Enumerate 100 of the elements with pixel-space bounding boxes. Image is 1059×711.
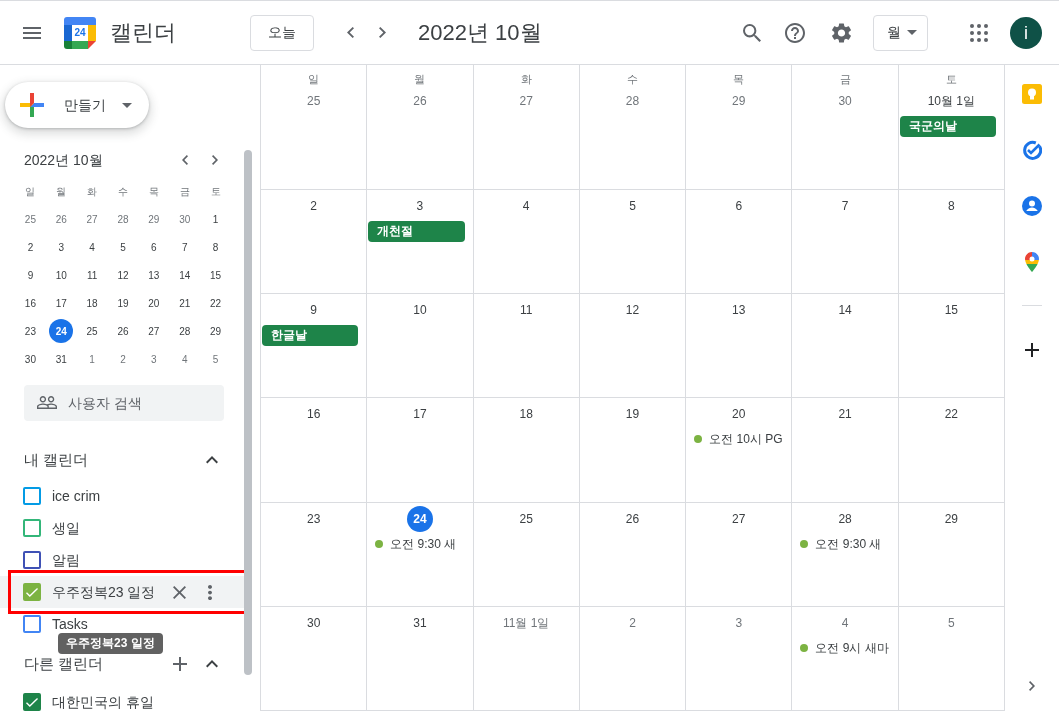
date-number[interactable]: 5 xyxy=(943,610,960,635)
event-chip[interactable]: 개천절 xyxy=(368,221,465,242)
mini-calendar-day[interactable]: 27 xyxy=(141,319,166,343)
mini-calendar-day[interactable]: 13 xyxy=(141,263,166,287)
date-number[interactable]: 26 xyxy=(408,89,432,113)
mini-calendar-day[interactable]: 15 xyxy=(203,263,228,287)
date-number[interactable]: 22 xyxy=(939,402,963,427)
date-number[interactable]: 2 xyxy=(624,610,641,635)
mini-calendar-day[interactable]: 30 xyxy=(18,347,43,371)
date-number[interactable]: 25 xyxy=(301,89,326,113)
mini-calendar-day[interactable]: 5 xyxy=(203,347,228,371)
mini-calendar-day[interactable]: 6 xyxy=(141,235,166,259)
date-number[interactable]: 27 xyxy=(514,89,538,113)
mini-calendar-day[interactable]: 3 xyxy=(141,347,166,371)
event-item[interactable]: 오전 9:30 새 xyxy=(792,533,890,554)
date-number[interactable]: 11월 1일 xyxy=(497,610,555,635)
mini-calendar-day[interactable]: 28 xyxy=(172,319,197,343)
mini-calendar-day[interactable]: 31 xyxy=(49,347,74,371)
date-number[interactable]: 10 xyxy=(408,298,432,323)
mini-calendar-day[interactable]: 1 xyxy=(203,207,228,231)
date-number[interactable]: 12 xyxy=(620,298,645,323)
date-number[interactable]: 13 xyxy=(727,298,751,323)
date-number[interactable]: 9 xyxy=(305,298,322,323)
mini-calendar-day[interactable]: 11 xyxy=(80,263,105,287)
mini-calendar-day[interactable]: 29 xyxy=(141,207,166,231)
date-number[interactable]: 4 xyxy=(836,610,854,635)
checkbox[interactable] xyxy=(23,693,41,711)
date-number[interactable]: 10월 1일 xyxy=(922,89,980,113)
event-item[interactable]: 오전 10시 PG xyxy=(686,429,784,450)
event-item[interactable]: 오전 9:30 새 xyxy=(367,533,465,554)
mini-calendar-day[interactable]: 25 xyxy=(18,207,43,231)
event-item[interactable]: 오전 9시 새마 xyxy=(792,637,890,658)
mini-calendar-day[interactable]: 8 xyxy=(203,235,228,259)
date-number[interactable]: 30 xyxy=(301,610,326,635)
mini-calendar-day[interactable]: 28 xyxy=(111,207,135,231)
mini-calendar-day[interactable]: 5 xyxy=(111,235,135,259)
event-chip[interactable]: 한글날 xyxy=(262,325,359,347)
mini-calendar-day[interactable]: 16 xyxy=(18,291,43,315)
date-number[interactable]: 29 xyxy=(939,506,963,531)
mini-calendar-day[interactable]: 27 xyxy=(80,207,105,231)
date-number[interactable]: 15 xyxy=(939,298,963,323)
date-number[interactable]: 26 xyxy=(620,506,645,531)
mini-calendar-day[interactable]: 2 xyxy=(18,235,43,259)
date-number[interactable]: 17 xyxy=(408,402,432,427)
mini-calendar-day[interactable]: 26 xyxy=(111,319,135,343)
checkbox[interactable] xyxy=(23,519,41,537)
date-number[interactable]: 28 xyxy=(833,506,857,531)
mini-calendar-day[interactable]: 14 xyxy=(172,263,197,287)
mini-calendar-day[interactable]: 22 xyxy=(203,291,228,315)
date-number[interactable]: 4 xyxy=(517,194,535,218)
date-number[interactable]: 7 xyxy=(836,194,854,218)
mini-calendar-day[interactable]: 23 xyxy=(18,319,43,343)
checkbox[interactable] xyxy=(23,583,41,601)
mini-calendar-day[interactable]: 1 xyxy=(80,347,105,371)
date-number[interactable]: 8 xyxy=(943,194,960,218)
date-number[interactable]: 29 xyxy=(727,89,751,113)
view-select[interactable]: 월 xyxy=(873,14,928,51)
mini-calendar-day[interactable]: 2 xyxy=(111,347,135,371)
date-number[interactable]: 16 xyxy=(301,402,326,427)
date-number[interactable]: 3 xyxy=(730,610,748,635)
date-number[interactable]: 2 xyxy=(305,194,322,218)
today-button[interactable]: 오늘 xyxy=(250,14,314,51)
date-number[interactable]: 24 xyxy=(406,505,433,532)
event-chip[interactable]: 국군의날 xyxy=(899,116,996,137)
date-number[interactable]: 11 xyxy=(514,298,538,323)
mini-calendar-day[interactable]: 20 xyxy=(141,291,166,315)
mini-calendar-day[interactable]: 21 xyxy=(172,291,197,315)
checkbox[interactable] xyxy=(23,551,41,569)
mini-calendar-day[interactable]: 24 xyxy=(49,319,74,343)
mini-calendar-day[interactable]: 9 xyxy=(18,263,43,287)
date-number[interactable]: 6 xyxy=(730,194,748,218)
mini-calendar-day[interactable]: 29 xyxy=(203,319,228,343)
date-number[interactable]: 21 xyxy=(833,402,857,427)
mini-calendar-day[interactable]: 4 xyxy=(80,235,105,259)
date-number[interactable]: 28 xyxy=(620,89,645,113)
date-number[interactable]: 14 xyxy=(833,298,857,323)
date-number[interactable]: 20 xyxy=(727,402,751,427)
date-number[interactable]: 23 xyxy=(301,506,326,531)
mini-calendar-day[interactable]: 3 xyxy=(49,235,74,259)
date-number[interactable]: 31 xyxy=(408,610,432,635)
date-number[interactable]: 27 xyxy=(727,506,751,531)
checkbox[interactable] xyxy=(23,615,41,633)
mini-calendar-day[interactable]: 19 xyxy=(111,291,135,315)
scrollbar-thumb[interactable] xyxy=(244,150,252,675)
mini-calendar-day[interactable]: 25 xyxy=(80,319,105,343)
mini-calendar-day[interactable]: 18 xyxy=(80,291,105,315)
account-avatar[interactable]: i xyxy=(1010,16,1042,49)
mini-calendar-day[interactable]: 30 xyxy=(172,207,197,231)
mini-calendar-day[interactable]: 4 xyxy=(172,347,197,371)
date-number[interactable]: 19 xyxy=(620,402,645,427)
checkbox[interactable] xyxy=(23,487,41,505)
date-number[interactable]: 30 xyxy=(833,89,857,113)
mini-calendar-day[interactable]: 17 xyxy=(49,291,74,315)
date-number[interactable]: 5 xyxy=(624,194,641,218)
mini-calendar-day[interactable]: 26 xyxy=(49,207,74,231)
date-number[interactable]: 25 xyxy=(514,506,538,531)
mini-calendar-day[interactable]: 7 xyxy=(172,235,197,259)
create-button[interactable]: 만들기 xyxy=(5,82,149,128)
mini-calendar-day[interactable]: 10 xyxy=(49,263,74,287)
date-number[interactable]: 3 xyxy=(411,194,429,218)
